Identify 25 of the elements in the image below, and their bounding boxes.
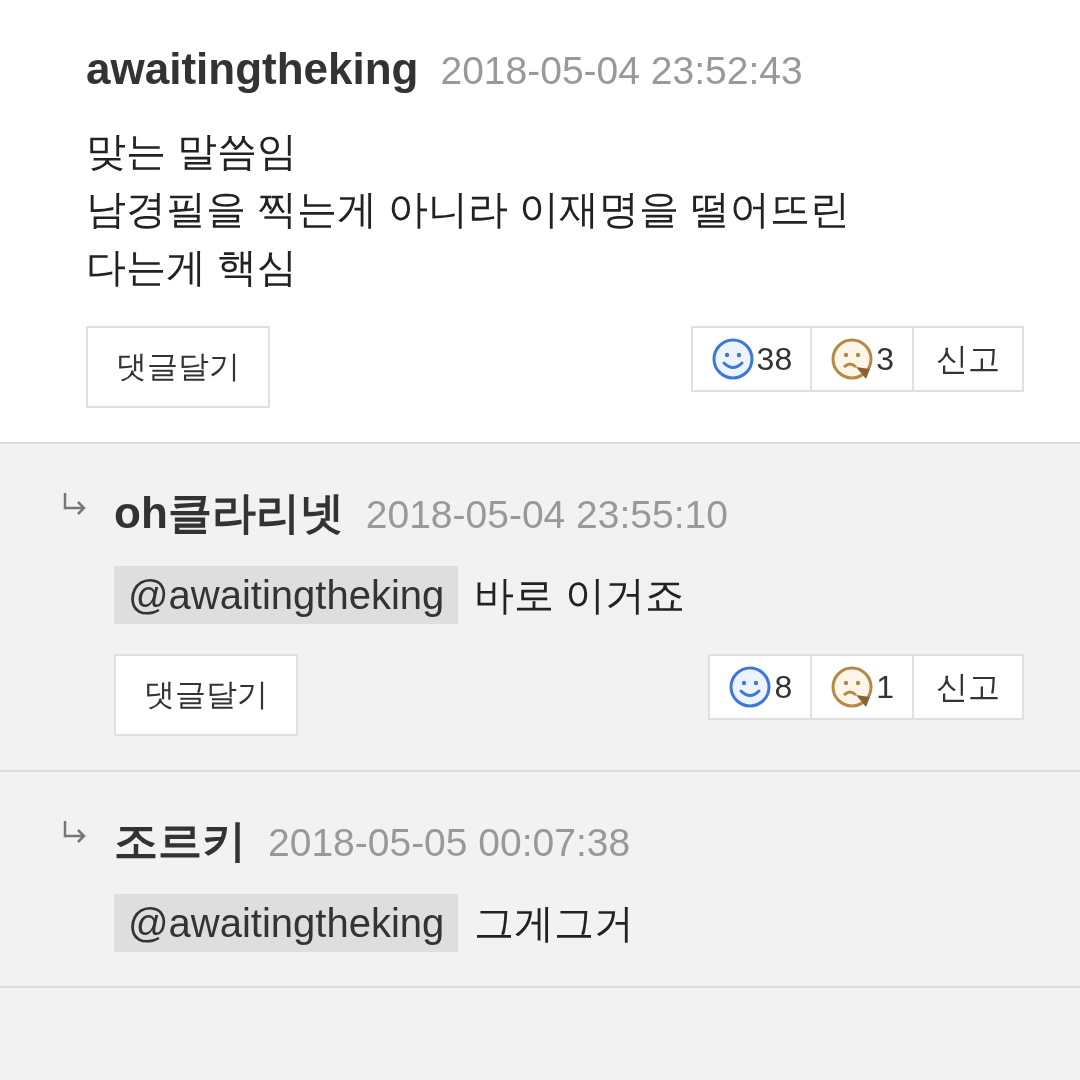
comment-date: 2018-05-04 23:55:10 bbox=[365, 492, 728, 538]
frowning-face-icon bbox=[830, 665, 875, 709]
smiley-icon bbox=[728, 665, 773, 709]
comment-text: 바로 이거죠 bbox=[474, 572, 686, 619]
reply-button[interactable]: 댓글달기 bbox=[114, 654, 298, 736]
report-button[interactable]: 신고 bbox=[914, 328, 1022, 390]
mention-tag[interactable]: @awaitingtheking bbox=[114, 894, 459, 952]
dislike-button[interactable]: 1 bbox=[812, 656, 914, 718]
author-name[interactable]: awaitingtheking bbox=[86, 36, 419, 102]
author-name[interactable]: oh클라리넷 bbox=[114, 480, 344, 546]
report-button[interactable]: 신고 bbox=[914, 656, 1022, 718]
like-button[interactable]: 8 bbox=[710, 656, 813, 718]
comment-date: 2018-05-05 00:07:38 bbox=[268, 820, 631, 866]
dislike-button[interactable]: 3 bbox=[812, 328, 914, 390]
mention-tag[interactable]: @awaitingtheking bbox=[114, 566, 459, 624]
reply-button[interactable]: 댓글달기 bbox=[86, 326, 270, 408]
comment-text: 남경필을 찍는게 아니라 이재명을 떨어뜨린 bbox=[86, 186, 851, 233]
comment-date: 2018-05-04 23:52:43 bbox=[440, 48, 803, 94]
frowning-face-icon bbox=[830, 337, 875, 381]
comment-text: 맞는 말씀임 bbox=[86, 128, 298, 175]
comment-text: 그게그거 bbox=[474, 900, 635, 947]
comment-text: 다는게 핵심 bbox=[86, 244, 298, 291]
author-name[interactable]: 조르키 bbox=[114, 808, 246, 874]
smiley-icon bbox=[710, 337, 755, 381]
like-button[interactable]: 38 bbox=[692, 328, 813, 390]
